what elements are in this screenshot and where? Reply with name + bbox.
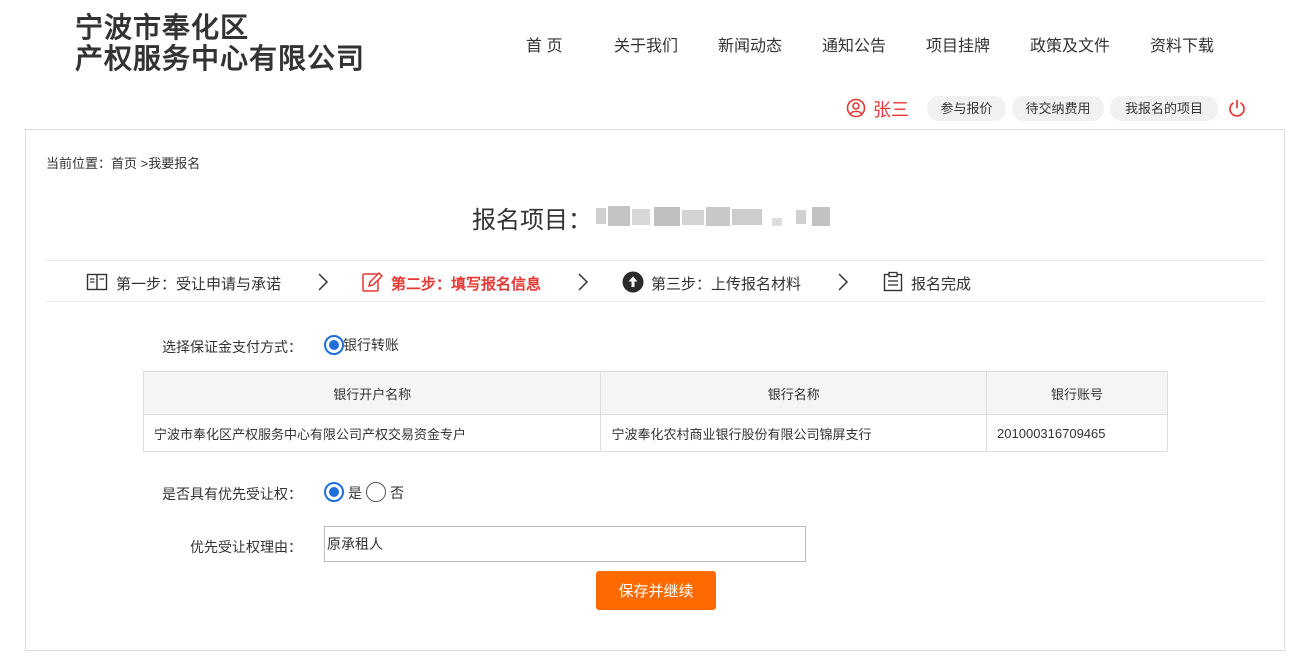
- user-bar: 张三 参与报价 待交纳费用 我报名的项目: [0, 96, 1296, 124]
- step-1-label: 第一步：受让申请与承诺: [116, 276, 282, 293]
- breadcrumb: 当前位置：首页 >我要报名: [46, 156, 201, 171]
- bank-name-cell: 宁波奉化农村商业银行股份有限公司锦屏支行: [600, 414, 988, 452]
- project-title: 报名项目：: [472, 207, 592, 234]
- my-projects-link[interactable]: 我报名的项目: [1110, 96, 1218, 121]
- nav-item-news[interactable]: 新闻动态: [718, 32, 782, 56]
- step-4-label: 报名完成: [911, 276, 972, 293]
- main-panel: 当前位置：首页 >我要报名 报名项目： 第一步：受让申请与承诺 第二步：填写报名…: [25, 129, 1285, 651]
- nav-item-about[interactable]: 关于我们: [614, 32, 678, 56]
- user-circle-icon[interactable]: [846, 98, 866, 118]
- account-name-cell: 宁波市奉化区产权服务中心有限公司产权交易资金专户: [142, 414, 602, 452]
- power-icon[interactable]: [1227, 98, 1247, 118]
- book-icon: [86, 271, 108, 293]
- nav-item-home[interactable]: 首 页: [526, 32, 562, 56]
- account-number-cell: 201000316709465: [986, 414, 1168, 452]
- column-header: 银行开户名称: [142, 371, 602, 415]
- chevron-right-icon: [316, 272, 330, 292]
- progress-steps: 第一步：受让申请与承诺 第二步：填写报名信息 第三步：上传报名材料 报名完成: [46, 260, 1265, 302]
- step-3-label: 第三步：上传报名材料: [651, 276, 802, 293]
- priority-reason-label: 优先受让权理由：: [190, 539, 302, 555]
- bid-link[interactable]: 参与报价: [927, 96, 1006, 121]
- column-header: 银行账号: [986, 371, 1168, 415]
- priority-reason-input[interactable]: [324, 526, 806, 562]
- priority-no-radio[interactable]: [366, 482, 386, 502]
- table-header-row: 银行开户名称 银行名称 银行账号: [142, 371, 1168, 415]
- nav-item-downloads[interactable]: 资料下载: [1150, 32, 1214, 56]
- priority-no-label[interactable]: 否: [390, 483, 404, 503]
- save-and-continue-button[interactable]: 保存并继续: [596, 571, 716, 610]
- column-header: 银行名称: [600, 371, 988, 415]
- table-row: 宁波市奉化区产权服务中心有限公司产权交易资金专户 宁波奉化农村商业银行股份有限公…: [142, 414, 1168, 452]
- upload-icon: [622, 271, 644, 293]
- priority-right-label: 是否具有优先受让权：: [162, 486, 302, 502]
- priority-yes-radio[interactable]: [324, 482, 344, 502]
- user-name[interactable]: 张三: [873, 96, 909, 122]
- nav-item-notices[interactable]: 通知公告: [822, 32, 886, 56]
- payment-method-label: 选择保证金支付方式：: [162, 339, 302, 355]
- edit-icon: [361, 271, 384, 293]
- bank-transfer-radio[interactable]: [324, 335, 344, 355]
- project-name-blurred: [592, 202, 842, 230]
- chevron-right-icon: [576, 272, 590, 292]
- pending-fees-link[interactable]: 待交纳费用: [1012, 96, 1104, 121]
- step-2-label: 第二步：填写报名信息: [391, 276, 542, 293]
- nav-item-listings[interactable]: 项目挂牌: [926, 32, 990, 56]
- bank-transfer-label[interactable]: 银行转账: [343, 335, 399, 355]
- nav-item-policies[interactable]: 政策及文件: [1030, 32, 1110, 56]
- clipboard-icon: [882, 271, 904, 293]
- main-nav: 首 页 关于我们 新闻动态 通知公告 项目挂牌 政策及文件 资料下载: [0, 32, 1296, 56]
- priority-yes-label[interactable]: 是: [348, 483, 362, 503]
- chevron-right-icon: [836, 272, 850, 292]
- bank-account-table: 银行开户名称 银行名称 银行账号 宁波市奉化区产权服务中心有限公司产权交易资金专…: [142, 371, 1168, 452]
